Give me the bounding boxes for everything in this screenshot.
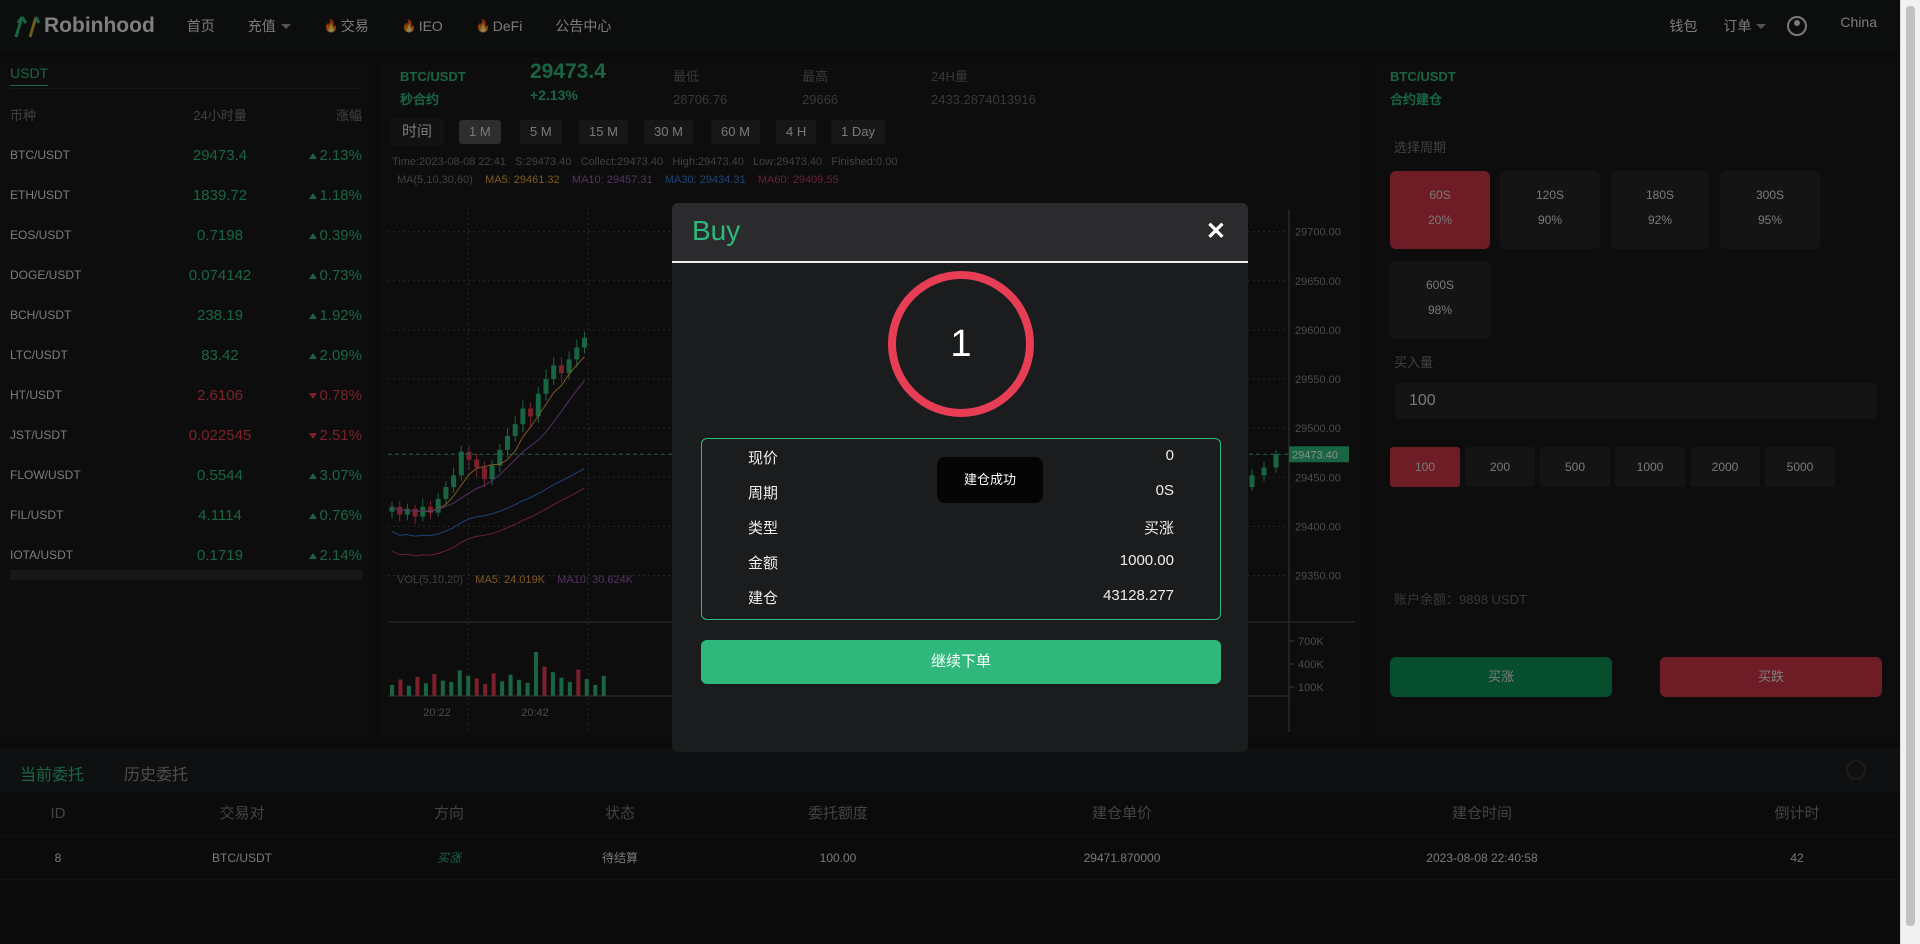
info-key: 建仓	[748, 590, 779, 607]
close-icon[interactable]: ✕	[1206, 217, 1226, 246]
info-value: 43128.277	[1103, 587, 1174, 604]
buy-modal: Buy ✕ 1 建仓 43128.277 金额 1000.00 类型 买涨 周期 0S 现价 0 …	[672, 203, 1248, 752]
info-value: 0S	[1155, 482, 1174, 499]
info-key: 类型	[748, 520, 779, 537]
success-toast: 建仓成功	[937, 457, 1043, 503]
page-scrollbar[interactable]	[1900, 0, 1920, 944]
info-key: 现价	[748, 450, 779, 467]
scrollbar-thumb[interactable]	[1906, 6, 1915, 926]
order-info-box: 建仓 43128.277 金额 1000.00 类型 买涨 周期 0S 现价 0 建仓成功	[701, 438, 1221, 620]
info-value: 0	[1165, 447, 1174, 464]
info-key: 周期	[748, 485, 779, 502]
info-row: 金额 1000.00	[702, 544, 1220, 579]
modal-header: Buy ✕	[672, 203, 1248, 263]
info-value: 1000.00	[1119, 552, 1174, 569]
info-value: 买涨	[1143, 520, 1174, 537]
info-row: 类型 买涨	[702, 509, 1220, 544]
info-key: 金额	[748, 555, 779, 572]
continue-order-button[interactable]: 继续下单	[701, 640, 1221, 684]
info-row: 建仓 43128.277	[702, 579, 1220, 614]
countdown-timer: 1	[888, 271, 1034, 417]
modal-title: Buy	[692, 215, 741, 246]
